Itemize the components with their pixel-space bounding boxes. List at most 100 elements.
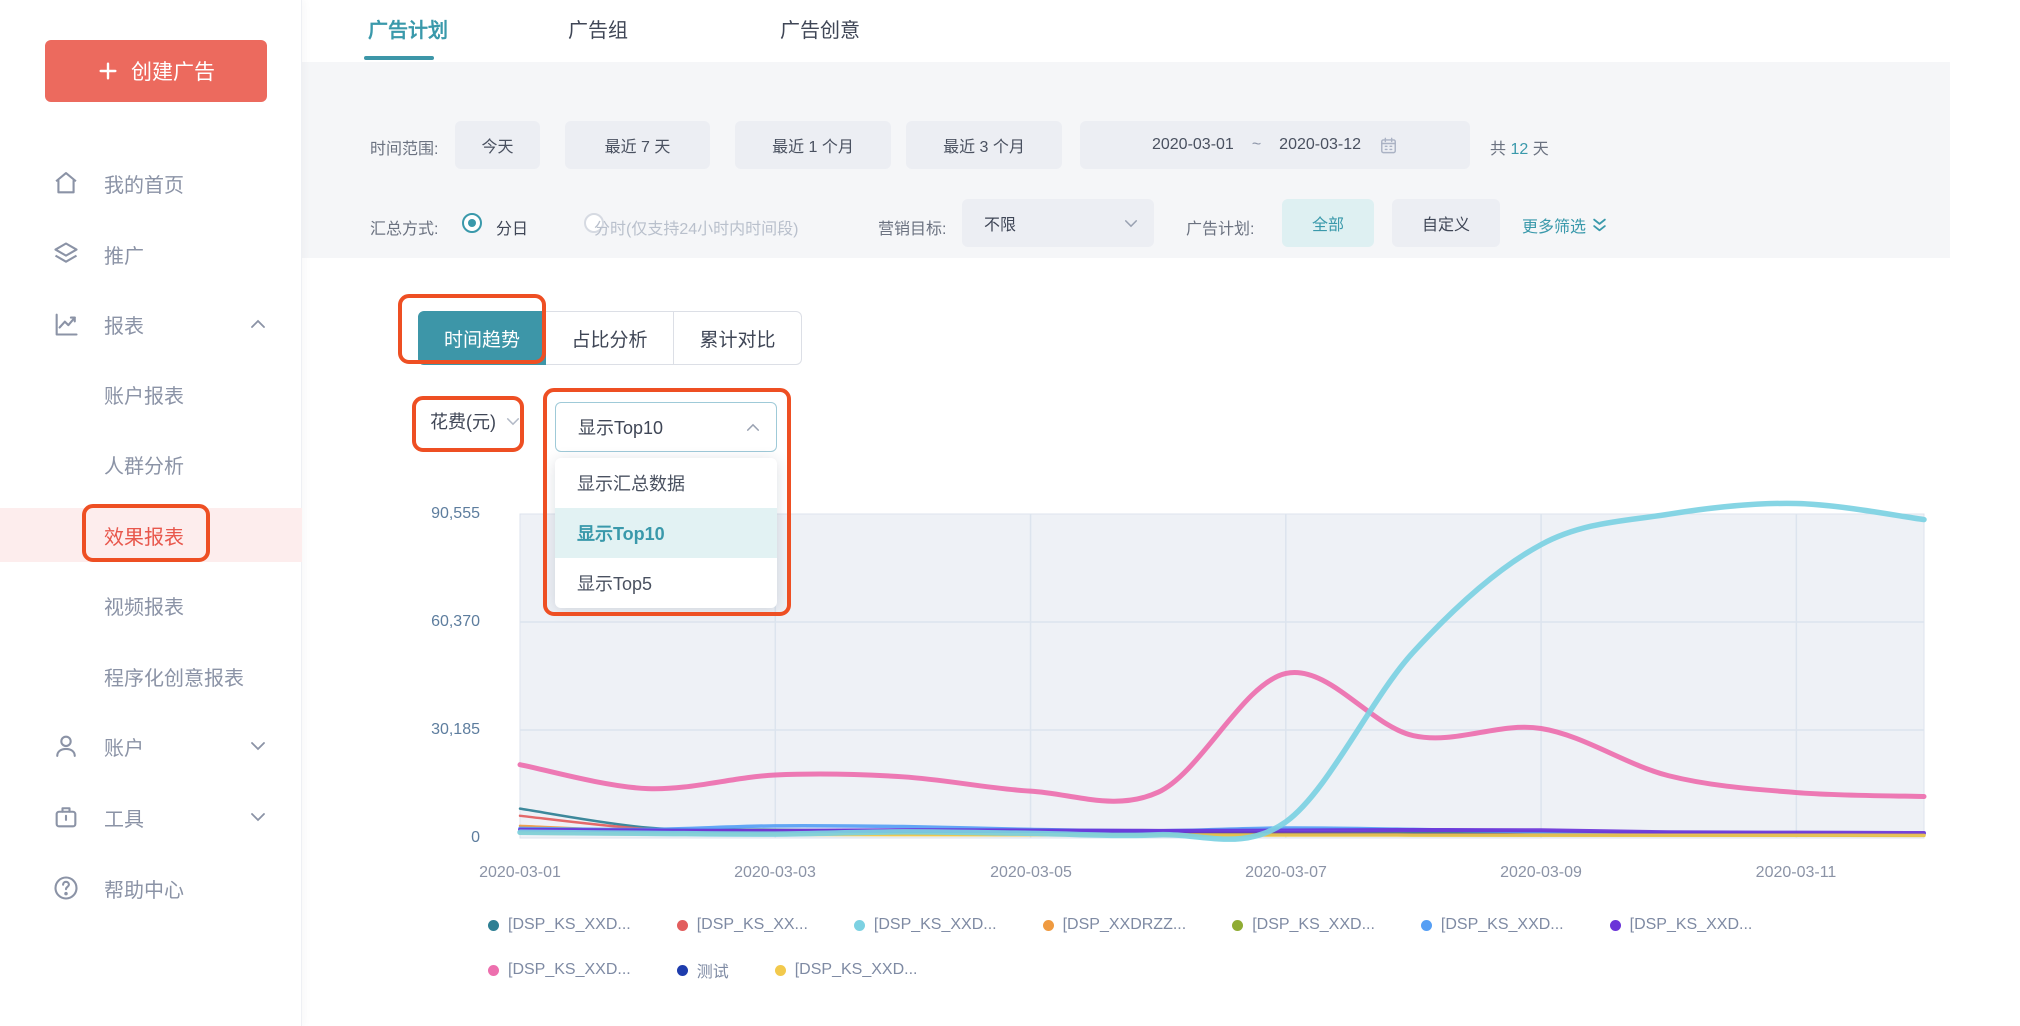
calendar-icon: [1379, 136, 1398, 155]
range-1month-button[interactable]: 最近 1 个月: [735, 121, 891, 169]
tab-ad-group[interactable]: 广告组: [568, 14, 628, 43]
radio-daily[interactable]: [462, 213, 482, 233]
legend-label: [DSP_XXDRZZ...: [1063, 916, 1187, 934]
summary-mode-label: 汇总方式:: [370, 215, 438, 239]
sidebar-item-reports[interactable]: 报表: [0, 297, 302, 351]
user-icon: [52, 732, 80, 760]
sidebar-item-performance-report[interactable]: 效果报表: [0, 508, 302, 562]
help-icon: [52, 874, 80, 902]
sidebar-item-label: 报表: [104, 310, 144, 339]
time-range-label: 时间范围:: [370, 135, 438, 159]
view-tab-cumulative[interactable]: 累计对比: [674, 311, 802, 365]
total-days-value: 12: [1510, 141, 1528, 158]
legend-dot: [1610, 920, 1621, 931]
marketing-goal-select[interactable]: 不限: [962, 199, 1154, 247]
sidebar-item-account-report[interactable]: 账户报表: [0, 367, 302, 421]
sidebar-item-label: 账户报表: [104, 380, 184, 409]
sidebar-item-my-home[interactable]: 我的首页: [0, 156, 302, 210]
metric-selector[interactable]: 花费(元): [430, 408, 520, 434]
sidebar-item-label: 账户: [104, 732, 144, 761]
topn-option-top5[interactable]: 显示Top5: [555, 558, 777, 608]
chart-view-tabs: 时间趋势 占比分析 累计对比: [418, 311, 802, 365]
chevron-down-icon: [250, 741, 266, 751]
ad-plan-all-button[interactable]: 全部: [1282, 199, 1374, 247]
sidebar-item-label: 推广: [104, 240, 144, 269]
legend-label: 测试: [697, 958, 729, 982]
legend-item[interactable]: [DSP_KS_XXD...: [854, 916, 997, 934]
x-axis-tick: 2020-03-07: [1201, 864, 1371, 882]
view-tab-time-trend[interactable]: 时间趋势: [418, 311, 546, 365]
y-axis-tick: 30,185: [380, 721, 480, 739]
legend-dot: [488, 920, 499, 931]
range-3months-button[interactable]: 最近 3 个月: [906, 121, 1062, 169]
legend-row: [DSP_KS_XXD... 测试 [DSP_KS_XXD...: [488, 958, 1948, 982]
legend-label: [DSP_KS_XXD...: [508, 916, 631, 934]
sidebar-item-tools[interactable]: 工具: [0, 790, 302, 844]
topn-select-value: 显示Top10: [578, 414, 663, 440]
legend-item[interactable]: 测试: [677, 958, 729, 982]
legend-label: [DSP_KS_XXD...: [508, 961, 631, 979]
sidebar-item-label: 视频报表: [104, 591, 184, 620]
legend-item[interactable]: [DSP_KS_XXD...: [1421, 916, 1564, 934]
topn-dropdown-menu: 显示汇总数据 显示Top10 显示Top5: [555, 458, 777, 608]
x-axis-tick: 2020-03-05: [946, 864, 1116, 882]
marketing-goal-label: 营销目标:: [878, 215, 946, 239]
range-today-button[interactable]: 今天: [455, 121, 540, 169]
active-tab-underline: [364, 56, 434, 60]
total-days-note: 共 12 天: [1490, 135, 1549, 159]
legend-item[interactable]: [DSP_KS_XXD...: [488, 958, 631, 982]
legend-label: [DSP_KS_XXD...: [1441, 916, 1564, 934]
ad-plan-custom-button[interactable]: 自定义: [1392, 199, 1500, 247]
toolbox-icon: [52, 803, 80, 831]
sidebar-item-promotion[interactable]: 推广: [0, 227, 302, 281]
legend-item[interactable]: [DSP_KS_XXD...: [1232, 916, 1375, 934]
sidebar-item-programmatic-report[interactable]: 程序化创意报表: [0, 649, 302, 703]
sidebar: 创建广告 我的首页 推广 报表 账户报表 人群分析 效果报表 视频报表 程序化创…: [0, 0, 302, 1026]
legend-label: [DSP_KS_XXD...: [1630, 916, 1753, 934]
legend-label: [DSP_KS_XX...: [697, 916, 808, 934]
legend-item[interactable]: [DSP_KS_XX...: [677, 916, 808, 934]
sidebar-item-label: 工具: [104, 803, 144, 832]
view-tab-share-analysis[interactable]: 占比分析: [546, 311, 674, 365]
legend-item[interactable]: [DSP_KS_XXD...: [775, 958, 918, 982]
topn-option-summary[interactable]: 显示汇总数据: [555, 458, 777, 508]
range-7days-button[interactable]: 最近 7 天: [565, 121, 710, 169]
date-range-picker[interactable]: 2020-03-01 ~ 2020-03-12: [1080, 121, 1470, 169]
x-axis-tick: 2020-03-11: [1711, 864, 1881, 882]
legend-dot: [775, 965, 786, 976]
sidebar-item-video-report[interactable]: 视频报表: [0, 578, 302, 632]
y-axis-tick: 60,370: [380, 613, 480, 631]
date-end: 2020-03-12: [1279, 136, 1361, 154]
radio-hourly-label: 分时(仅支持24小时内时间段): [594, 215, 798, 239]
chart-legend: [DSP_KS_XXD... [DSP_KS_XX... [DSP_KS_XXD..…: [488, 916, 1948, 982]
plus-icon: [97, 60, 119, 82]
x-axis-tick: 2020-03-03: [690, 864, 860, 882]
legend-dot: [1232, 920, 1243, 931]
sidebar-item-label: 帮助中心: [104, 874, 184, 903]
legend-label: [DSP_KS_XXD...: [1252, 916, 1375, 934]
legend-label: [DSP_KS_XXD...: [874, 916, 997, 934]
entity-tab-bar: 广告计划 广告组 广告创意: [302, 0, 2020, 62]
legend-item[interactable]: [DSP_KS_XXD...: [1610, 916, 1753, 934]
topn-option-top10[interactable]: 显示Top10: [555, 508, 777, 558]
sidebar-item-account[interactable]: 账户: [0, 719, 302, 773]
legend-item[interactable]: [DSP_KS_XXD...: [488, 916, 631, 934]
legend-dot: [677, 920, 688, 931]
sidebar-item-help-center[interactable]: 帮助中心: [0, 861, 302, 915]
date-separator: ~: [1252, 136, 1261, 154]
marketing-goal-value: 不限: [984, 211, 1016, 235]
topn-select[interactable]: 显示Top10: [555, 402, 777, 452]
home-icon: [52, 169, 80, 197]
legend-dot: [488, 965, 499, 976]
x-axis-tick: 2020-03-01: [435, 864, 605, 882]
sidebar-item-audience-analysis[interactable]: 人群分析: [0, 437, 302, 491]
sidebar-item-label: 我的首页: [104, 169, 184, 198]
tab-ad-plan[interactable]: 广告计划: [368, 14, 448, 43]
date-start: 2020-03-01: [1152, 136, 1234, 154]
more-filters-link[interactable]: 更多筛选: [1522, 213, 1607, 237]
layers-icon: [52, 240, 80, 268]
legend-item[interactable]: [DSP_XXDRZZ...: [1043, 916, 1187, 934]
create-ad-button[interactable]: 创建广告: [45, 40, 267, 102]
sidebar-item-label: 人群分析: [104, 450, 184, 479]
tab-ad-creative[interactable]: 广告创意: [780, 14, 860, 43]
